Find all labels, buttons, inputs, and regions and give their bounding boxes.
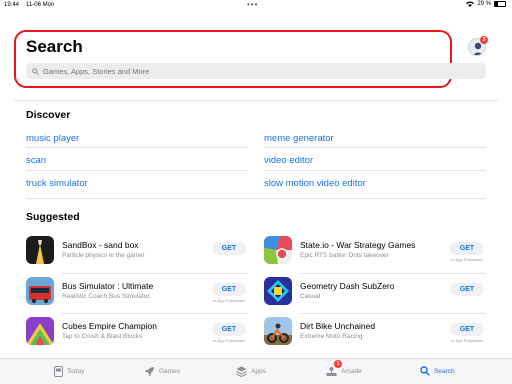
status-time: 19:44 [4,2,20,8]
discover-divider [264,170,486,171]
discover-link[interactable]: video editor [264,155,313,166]
search-icon [420,366,430,376]
discover-link[interactable]: scan [26,155,46,166]
tab-today[interactable]: Today [54,366,84,377]
status-date: 11-06 Mon [26,2,55,8]
account-badge: 3 [480,36,488,44]
app-row[interactable]: SandBox - sand box Particle physics in t… [26,236,248,272]
app-subtitle: Epic RTS battle: Dots takeover [300,252,389,259]
tab-bar: Today Games Apps Arcade Search [0,358,512,384]
status-right: 29 % [466,1,506,7]
suggested-title: Suggested [26,211,80,223]
row-divider [300,313,486,314]
tab-label: Apps [251,368,266,375]
in-app-purchases-note: In-App Purchases [213,298,245,303]
get-button[interactable]: GET [212,323,246,336]
sandbox-app-icon[interactable] [26,236,54,264]
app-name: State.io - War Strategy Games [300,240,416,250]
row-divider [62,273,248,274]
app-name: SandBox - sand box [62,240,139,250]
app-name: Dirt Bike Unchained [300,321,376,331]
tab-label: Search [434,367,455,375]
row-divider [62,313,248,314]
discover-divider [26,147,248,148]
battery-icon [494,1,506,7]
app-subtitle: Realistic Coach Bus Simulator. [62,293,151,300]
geometry-dash-app-icon[interactable] [264,277,292,305]
status-bar: 19:44 11-06 Mon ••• 29 % [0,0,512,12]
tab-apps[interactable]: Apps [236,366,266,377]
in-app-purchases-note: In-App Purchases [213,338,245,343]
get-button[interactable]: GET [450,283,484,296]
tab-search[interactable]: Search [420,366,455,376]
app-row[interactable]: Dirt Bike Unchained Extreme Moto Racing … [264,317,486,353]
in-app-purchases-note: In-App Purchases [451,257,483,262]
today-icon [54,366,63,377]
search-icon [32,67,39,75]
tab-games[interactable]: Games [144,366,180,377]
app-row[interactable]: Bus Simulator : Ultimate Realistic Coach… [26,277,248,313]
discover-link[interactable]: slow motion video editor [264,178,366,189]
discover-divider [26,170,248,171]
wifi-icon [466,1,475,7]
app-subtitle: Particle physics in the game! [62,252,145,259]
cubes-empire-app-icon[interactable] [26,317,54,345]
app-row[interactable]: Cubes Empire Champion Tap to Crush & Bla… [26,317,248,353]
in-app-purchases-note: In-App Purchases [451,338,483,343]
discover-section-divider [26,198,486,199]
get-button[interactable]: GET [212,242,246,255]
multitasking-dots-icon[interactable]: ••• [247,0,258,9]
tab-label: Today [67,368,85,375]
app-name: Cubes Empire Champion [62,321,157,331]
app-row[interactable]: State.io - War Strategy Games Epic RTS b… [264,236,486,272]
bus-simulator-app-icon[interactable] [26,277,54,305]
discover-link[interactable]: music player [26,133,79,144]
row-divider [300,273,486,274]
rocket-icon [145,367,154,376]
tab-label: Games [159,368,180,375]
app-subtitle: Casual [300,293,321,300]
discover-link[interactable]: truck simulator [26,178,88,189]
app-name: Geometry Dash SubZero [300,281,395,291]
app-row[interactable]: Geometry Dash SubZero Casual GET [264,277,486,313]
dirt-bike-app-icon[interactable] [264,317,292,345]
search-field[interactable] [26,63,486,79]
page-title: Search [26,37,83,56]
stateio-app-icon[interactable] [264,236,292,264]
app-name: Bus Simulator : Ultimate [62,281,154,291]
app-subtitle: Extreme Moto Racing [300,333,363,340]
get-button[interactable]: GET [212,283,246,296]
search-input[interactable] [43,66,443,76]
discover-title: Discover [26,109,71,121]
app-subtitle: Tap to Crush & Blast Blocks [62,333,143,340]
tab-label: Arcade [341,368,362,375]
discover-link[interactable]: meme generator [264,133,334,144]
apps-stack-icon [236,366,247,377]
get-button[interactable]: GET [450,242,484,255]
tab-arcade[interactable]: Arcade [326,366,362,377]
header-divider [14,100,498,101]
discover-divider [264,147,486,148]
arcade-badge: 1 [334,360,342,368]
get-button[interactable]: GET [450,323,484,336]
battery-percent: 29 % [477,1,491,7]
